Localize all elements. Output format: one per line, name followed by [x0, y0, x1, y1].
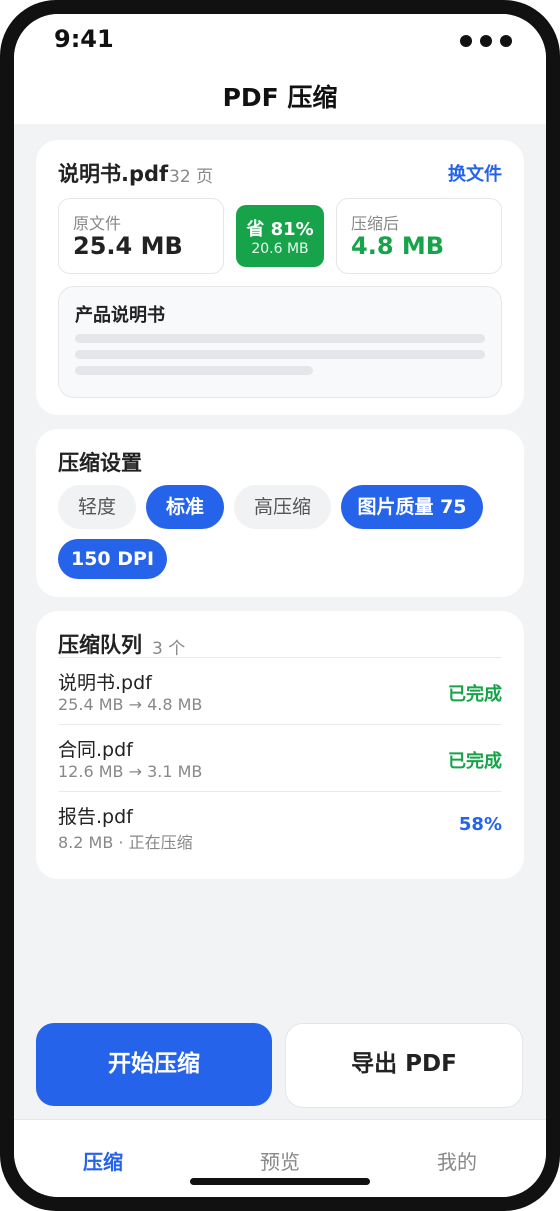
start-compress-button[interactable]: 开始压缩 [36, 1023, 272, 1106]
queue-item-detail: 8.2 MB · 正在压缩 [58, 833, 193, 852]
compressed-size-value: 4.8 MB [351, 232, 445, 260]
queue-item-status: 已完成 [448, 751, 502, 772]
tab-preview[interactable]: 预览 [220, 1146, 340, 1175]
signal-icon [460, 35, 472, 47]
queue-title: 压缩队列 [58, 633, 142, 657]
tab-mine[interactable]: 我的 [397, 1146, 517, 1175]
image-quality-chip[interactable]: 图片质量 75 [341, 485, 483, 529]
file-page-count: 32 页 [169, 167, 214, 187]
nav-header: PDF 压缩 [14, 74, 546, 124]
export-pdf-button[interactable]: 导出 PDF [285, 1023, 523, 1108]
preview-line [75, 350, 485, 359]
compressed-size-label: 压缩后 [351, 214, 400, 233]
page-title: PDF 压缩 [222, 83, 338, 112]
original-size-label: 原文件 [73, 214, 122, 233]
file-name: 说明书.pdf [58, 162, 169, 186]
savings-badge: 省 81% 20.6 MB [236, 205, 324, 267]
queue-item-name: 合同.pdf [58, 739, 133, 761]
original-size-box: 原文件 25.4 MB [58, 198, 224, 274]
queue-item-name: 报告.pdf [58, 806, 133, 828]
wifi-icon [480, 35, 492, 47]
status-icons [460, 35, 512, 47]
queue-item-status: 已完成 [448, 684, 502, 705]
file-card: 说明书.pdf 32 页 换文件 原文件 25.4 MB 省 81% 20.6 … [36, 140, 524, 415]
phone-frame: 9:41 PDF 压缩 说明书.pdf 32 页 换文件 原文件 25.4 MB… [0, 0, 560, 1211]
document-preview[interactable]: 产品说明书 [58, 286, 502, 398]
home-indicator [190, 1178, 370, 1185]
preview-line [75, 366, 313, 375]
status-time: 9:41 [54, 25, 114, 53]
queue-count: 3 个 [152, 639, 186, 659]
queue-item[interactable]: 说明书.pdf 25.4 MB → 4.8 MB 已完成 [58, 657, 502, 725]
queue-item[interactable]: 报告.pdf 8.2 MB · 正在压缩 58% [58, 791, 502, 859]
queue-item-detail: 12.6 MB → 3.1 MB [58, 762, 203, 781]
queue-item-detail: 25.4 MB → 4.8 MB [58, 695, 203, 714]
level-high-chip[interactable]: 高压缩 [234, 485, 331, 529]
screen: 9:41 PDF 压缩 说明书.pdf 32 页 换文件 原文件 25.4 MB… [14, 14, 546, 1197]
dpi-chip[interactable]: 150 DPI [58, 539, 167, 579]
preview-line [75, 334, 485, 343]
compressed-size-box: 压缩后 4.8 MB [336, 198, 502, 274]
level-light-chip[interactable]: 轻度 [58, 485, 136, 529]
change-file-button[interactable]: 换文件 [448, 160, 502, 186]
tab-compress[interactable]: 压缩 [43, 1146, 163, 1175]
settings-card: 压缩设置 轻度 标准 高压缩 图片质量 75 150 DPI [36, 429, 524, 597]
savings-percent: 省 81% [246, 219, 314, 240]
original-size-value: 25.4 MB [73, 232, 183, 260]
battery-icon [500, 35, 512, 47]
settings-title: 压缩设置 [58, 451, 142, 475]
preview-title: 产品说明书 [75, 305, 165, 326]
queue-item-name: 说明书.pdf [58, 672, 152, 694]
queue-item[interactable]: 合同.pdf 12.6 MB → 3.1 MB 已完成 [58, 724, 502, 792]
queue-item-progress: 58% [458, 814, 502, 835]
level-standard-chip[interactable]: 标准 [146, 485, 224, 529]
tab-bar: 压缩 预览 我的 [14, 1119, 546, 1197]
savings-amount: 20.6 MB [251, 241, 309, 257]
status-bar: 9:41 [14, 14, 546, 74]
queue-card: 压缩队列 3 个 说明书.pdf 25.4 MB → 4.8 MB 已完成 合同… [36, 611, 524, 879]
